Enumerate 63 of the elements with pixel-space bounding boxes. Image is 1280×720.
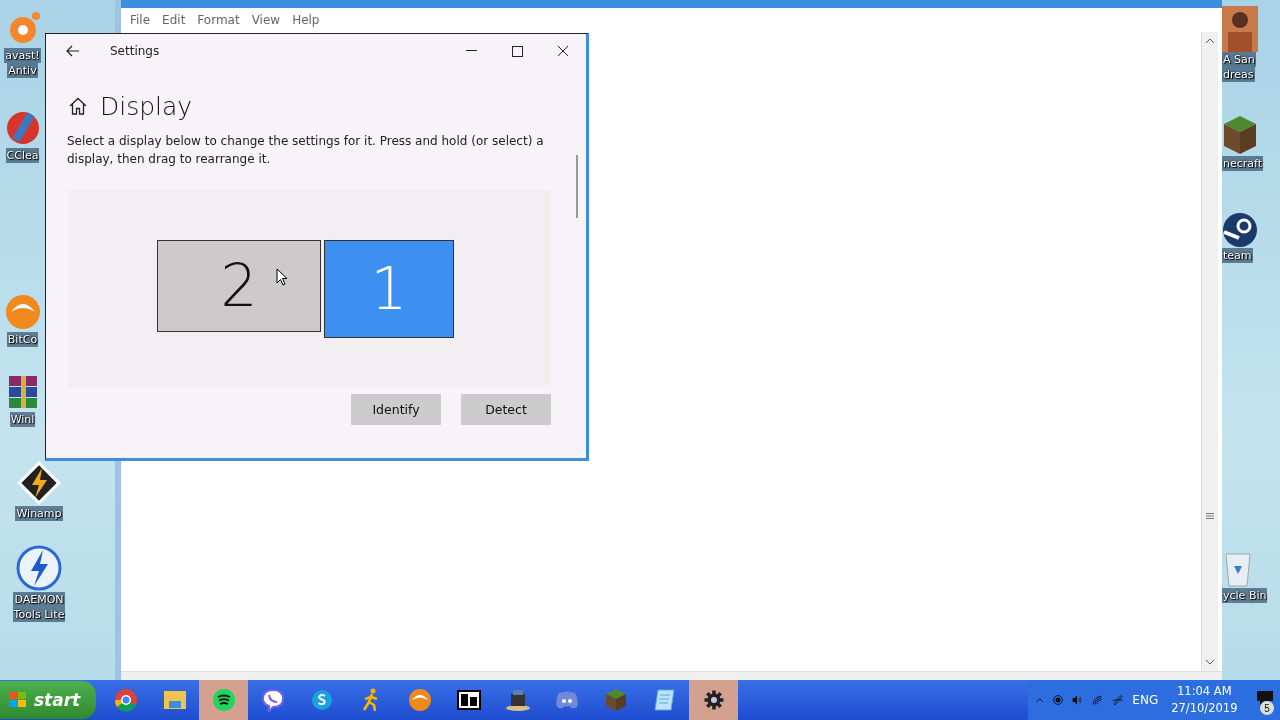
minimize-icon (465, 50, 477, 52)
icon-label: team (1222, 248, 1253, 263)
menu-item[interactable]: File (125, 11, 156, 29)
scroll-up-icon[interactable] (1205, 36, 1215, 46)
taskbar-app[interactable] (689, 680, 738, 720)
start-button[interactable]: start (0, 681, 96, 719)
archive-icon (456, 690, 481, 710)
spotify-icon (211, 688, 236, 712)
record-icon[interactable] (1052, 692, 1063, 708)
windows-logo-icon (8, 691, 28, 709)
grass-block-icon (604, 688, 627, 712)
close-icon (557, 45, 569, 57)
icon-label: avast! (4, 48, 41, 63)
scroll-down-icon[interactable] (1205, 657, 1215, 667)
maximize-icon (511, 45, 523, 57)
icon-label: Winamp (15, 506, 63, 521)
grip-icon (1206, 513, 1214, 519)
icon-label: Tools Lite (12, 607, 66, 622)
icon-label: Antiv (7, 63, 38, 78)
clock-date: 27/10/2019 (1171, 700, 1238, 717)
home-icon[interactable] (68, 97, 88, 115)
desk-lamp-icon (504, 688, 531, 712)
icon-label: CClea (5, 148, 40, 163)
icon-label: DAEMON (13, 592, 65, 607)
lightning-icon (15, 544, 63, 592)
menu-item[interactable]: View (246, 11, 286, 29)
icon-label: A San (1222, 52, 1256, 67)
display-tile[interactable]: 1 (324, 240, 454, 338)
back-arrow-icon[interactable] (66, 45, 80, 57)
character-icon (1222, 6, 1258, 52)
clock[interactable]: 11:04 AM 27/10/2019 (1171, 683, 1238, 717)
discord-icon (554, 690, 579, 710)
horizontal-scrollbar[interactable] (121, 671, 1222, 680)
notifications-button[interactable]: 5 (1254, 685, 1272, 715)
display-tile[interactable]: 2 (157, 240, 321, 332)
settings-icon (702, 689, 725, 711)
action-button[interactable]: Identify (351, 394, 441, 425)
chevron-up-icon[interactable] (1036, 696, 1044, 704)
cursor-icon (276, 268, 288, 286)
scrollbar[interactable] (1201, 32, 1218, 671)
icon-label: BitCo (6, 332, 39, 347)
bitcomet-icon (407, 688, 432, 712)
window-title: Settings (110, 44, 161, 58)
notepad-icon (653, 688, 676, 712)
language-indicator[interactable]: ENG (1132, 693, 1159, 707)
phone-bubble-icon (260, 688, 285, 712)
menu-item[interactable]: Help (287, 11, 325, 29)
icon-label: necraft (1222, 156, 1264, 171)
action-button[interactable]: Detect (461, 394, 551, 425)
page-heading: Display (100, 91, 193, 121)
clock-time: 11:04 AM (1177, 683, 1232, 700)
icon-label: ycle Bin (1222, 588, 1268, 603)
icon-label: dreas (1222, 67, 1255, 82)
notification-count: 5 (1260, 701, 1274, 715)
skype-icon (309, 688, 334, 712)
menu-item[interactable]: Edit (157, 11, 191, 29)
description-text: Select a display below to change the settings for it. Press and hold (or select) a display, then drag to rearrange it. (67, 133, 545, 168)
chrome-icon (113, 688, 138, 712)
icon-label: Winl (9, 412, 36, 427)
folder-icon (162, 689, 187, 711)
grass-block-icon (1222, 114, 1258, 156)
menu-item[interactable]: Format (192, 11, 245, 29)
scrollbar[interactable] (576, 155, 578, 218)
